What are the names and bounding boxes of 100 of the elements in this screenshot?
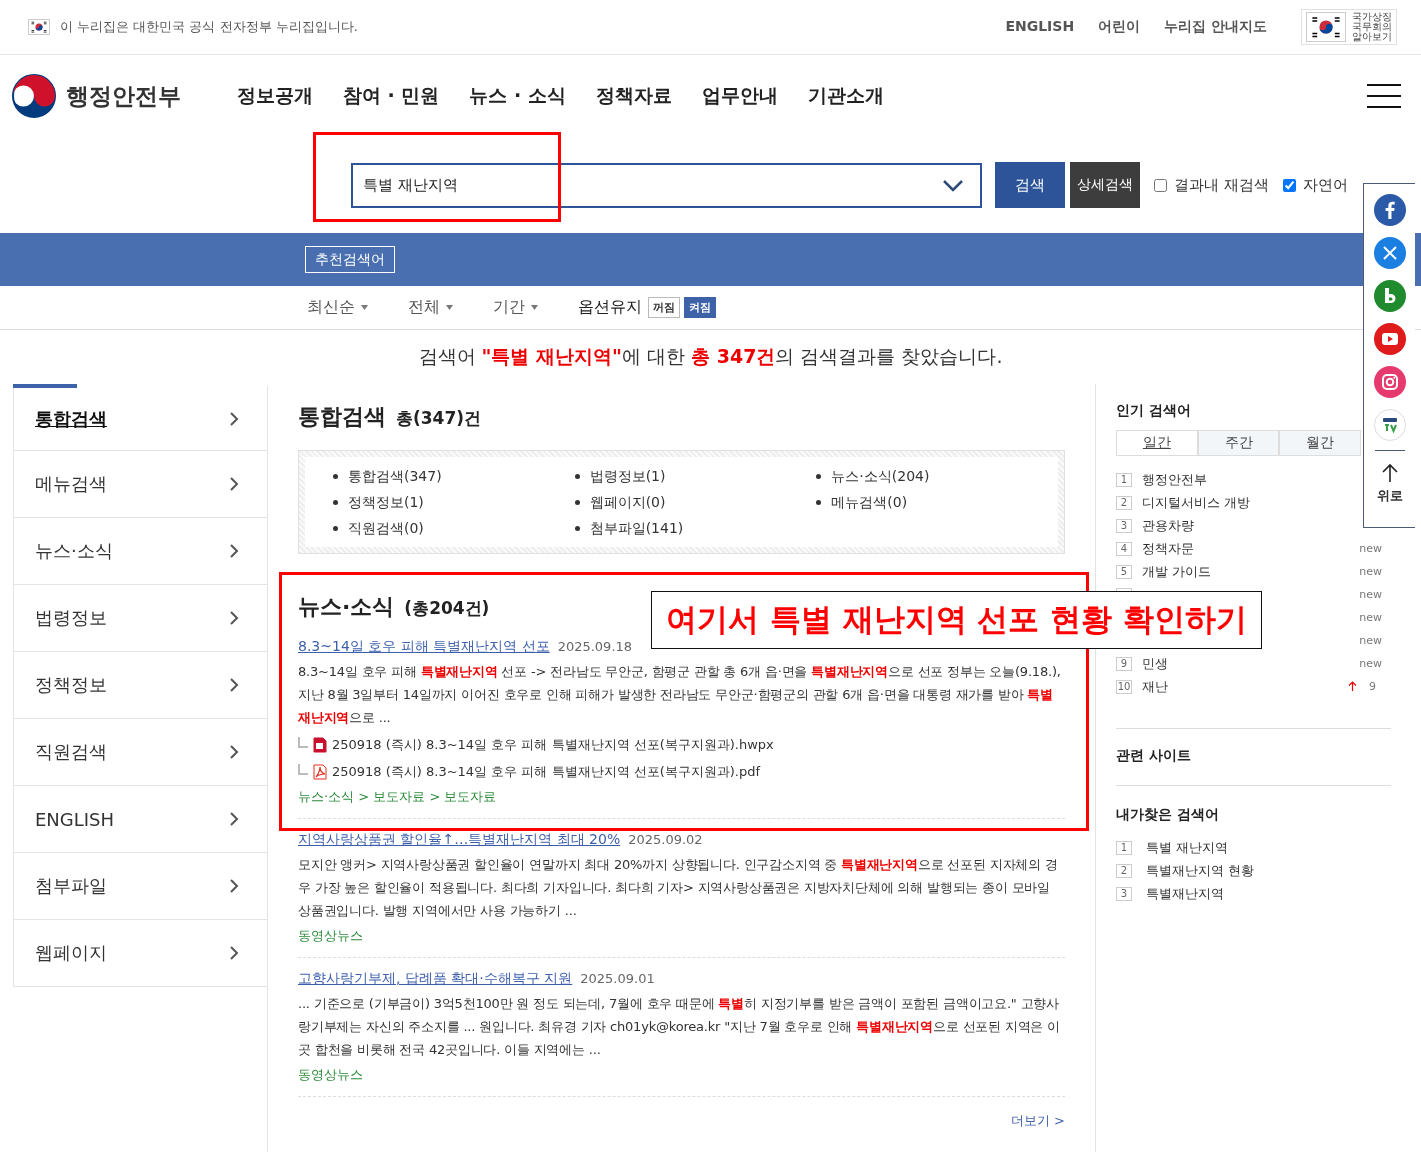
bullet-dot — [333, 499, 338, 505]
period-tab[interactable]: 일간 — [1116, 430, 1198, 456]
attachment-link[interactable]: 250918 (즉시) 8.3~14일 호우 피해 특별재난지역 선포(복구지원과).pdf — [332, 762, 761, 781]
chevron-down-icon — [942, 178, 964, 193]
rank-number: 2 — [1116, 863, 1132, 878]
chevron-right-icon — [229, 744, 239, 760]
toggle-button[interactable]: 켜짐 — [684, 297, 716, 318]
bullet-dot — [816, 499, 822, 505]
tv-icon[interactable] — [1373, 409, 1406, 441]
chevron-right-icon — [229, 476, 239, 492]
category-count[interactable]: 정책정보(1) — [348, 489, 424, 515]
search-button[interactable]: 검색 — [995, 162, 1065, 208]
new-label: new — [1359, 565, 1382, 578]
category-link[interactable]: 메뉴검색 — [13, 451, 268, 518]
category-count[interactable]: 첨부파일(141) — [589, 515, 684, 541]
rank-number: 1 — [1116, 840, 1132, 855]
x-icon[interactable] — [1373, 237, 1406, 269]
flag-icon — [28, 19, 50, 35]
search-field[interactable]: 특별 재난지역 — [351, 162, 982, 208]
facebook-icon[interactable] — [1373, 194, 1406, 226]
nav-link[interactable]: 정책자료 — [595, 83, 672, 109]
category-link[interactable]: 뉴스·소식 — [13, 518, 268, 585]
blog-icon[interactable] — [1373, 280, 1406, 312]
utility-link[interactable]: 누리집 안내지도 — [1164, 18, 1267, 36]
bullet-dot — [574, 525, 580, 531]
category-link[interactable]: 웹페이지 — [13, 920, 268, 987]
nav-link[interactable]: 참여 · 민원 — [343, 83, 440, 109]
tree-connector-icon — [298, 737, 308, 748]
section-title: 통합검색 — [298, 403, 386, 431]
popular-term[interactable]: 디지털서비스 개방 — [1142, 493, 1251, 512]
annotation-callout: 여기서 특별 재난지역 선포 현황 확인하기 — [651, 591, 1262, 649]
utility-link[interactable]: 어린이 — [1098, 18, 1141, 36]
attachment-link[interactable]: 250918 (즉시) 8.3~14일 호우 피해 특별재난지역 선포(복구지원과).hwpx — [332, 735, 774, 754]
category-link[interactable]: 통합검색 — [13, 384, 268, 451]
category-count[interactable]: 직원검색(0) — [348, 515, 424, 541]
category-count[interactable]: 뉴스·소식(204) — [831, 463, 930, 489]
nav-link[interactable]: 업무안내 — [701, 83, 778, 109]
recommend-button[interactable]: 추천검색어 — [305, 246, 395, 273]
caret-icon — [361, 305, 368, 310]
instagram-icon[interactable] — [1373, 366, 1406, 398]
checkbox[interactable] — [1154, 178, 1167, 192]
result-path: 동영상뉴스 — [298, 1066, 364, 1084]
panel-heading: 인기 검색어 — [1116, 402, 1192, 420]
logo-text: 행정안전부 — [66, 81, 181, 111]
youtube-icon[interactable] — [1373, 323, 1406, 355]
chevron-right-icon — [229, 878, 239, 894]
nav-link[interactable]: 기관소개 — [807, 83, 884, 109]
popular-term[interactable]: 행정안전부 — [1142, 470, 1207, 489]
rank-number: 2 — [1116, 495, 1132, 510]
menu-button[interactable] — [1367, 83, 1401, 109]
nav-link[interactable]: 뉴스 · 소식 — [469, 83, 566, 109]
result-title-link[interactable]: 지역사랑상품권 할인율↑…특별재난지역 최대 20% — [298, 831, 621, 849]
category-count[interactable]: 메뉴검색(0) — [831, 489, 908, 515]
nav-link[interactable]: 정보공개 — [237, 83, 313, 109]
recent-search-term[interactable]: 특별재난지역 현황 — [1146, 861, 1255, 880]
result-summary: 검색어 "특별 재난지역"에 대한 총 347건의 검색결과를 찾았습니다. — [418, 344, 1003, 369]
category-count[interactable]: 웹페이지(0) — [589, 489, 666, 515]
recent-search-term[interactable]: 특별 재난지역 — [1146, 838, 1229, 857]
category-link[interactable]: 법령정보 — [13, 585, 268, 652]
result-title-link[interactable]: 8.3~14일 호우 피해 특별재난지역 선포 — [298, 638, 550, 656]
toggle-button[interactable]: 꺼짐 — [648, 297, 680, 318]
sort-dropdown[interactable]: 기간 — [493, 297, 538, 318]
gov-banner-text: 이 누리집은 대한민국 공식 전자정부 누리집입니다. — [60, 18, 358, 36]
result-title-link[interactable]: 고향사랑기부제, 답례품 확대·수해복구 지원 — [298, 970, 573, 988]
popular-term[interactable]: 정책자문 — [1142, 539, 1194, 558]
checkbox-label: 결과내 재검색 — [1174, 175, 1269, 195]
popular-term[interactable]: 재난 — [1142, 677, 1168, 696]
back-to-top-button[interactable]: 위로 — [1374, 450, 1405, 505]
sort-dropdown[interactable]: 최신순 — [307, 297, 368, 318]
document-icon — [312, 736, 328, 753]
national-symbol-link[interactable]: 국가상징 국무회의 알아보기 — [1301, 9, 1397, 45]
more-link[interactable]: 더보기 > — [298, 1112, 1065, 1130]
result-path: 뉴스·소식 > 보도자료 > 보도자료 — [298, 788, 498, 806]
result-snippet: 8.3~14일 호우 피해 특별재난지역 선포 -> 전라남도 무안군, 함평군 관할 총 6개 읍·면을 특별재난지역으로 선포 정부는 오늘(9.18.), 지난 8월 3일부터 14일까지 이어진 호우로 인해 피해가 발생한 전라남도 무안군·함평군의 관할 6개 읍·면을 대통령 재가를 받아 특별재난지역으로 ... — [298, 663, 1062, 727]
recent-search-term[interactable]: 특별재난지역 — [1146, 884, 1224, 903]
category-count[interactable]: 법령정보(1) — [589, 463, 666, 489]
bullet-dot — [574, 473, 580, 479]
utility-link[interactable]: ENGLISH — [1005, 18, 1075, 36]
popular-term[interactable]: 개발 가이드 — [1142, 562, 1212, 581]
rank-change: 9 — [1369, 680, 1376, 693]
checkbox[interactable] — [1282, 178, 1296, 192]
category-count[interactable]: 통합검색(347) — [348, 463, 442, 489]
arrow-up-icon — [1381, 463, 1398, 483]
category-link[interactable]: 첨부파일 — [13, 853, 268, 920]
option-label: 옵션유지 — [578, 297, 642, 318]
bullet-dot — [816, 473, 822, 479]
advanced-search-button[interactable]: 상세검색 — [1070, 162, 1140, 208]
category-link[interactable]: 직원검색 — [13, 719, 268, 786]
period-tab[interactable]: 월간 — [1279, 430, 1361, 456]
checkbox-label: 자연어 — [1302, 175, 1348, 195]
popular-term[interactable]: 관용차량 — [1142, 516, 1194, 535]
section-count: (총204건) — [404, 597, 490, 620]
flag-icon — [1306, 12, 1346, 42]
bullet-dot — [574, 499, 580, 505]
category-link[interactable]: 정책정보 — [13, 652, 268, 719]
popular-term[interactable]: 민생 — [1142, 654, 1168, 673]
sort-dropdown[interactable]: 전체 — [408, 297, 453, 318]
period-tab[interactable]: 주간 — [1197, 430, 1280, 456]
new-label: new — [1359, 634, 1382, 647]
category-link[interactable]: ENGLISH — [13, 786, 268, 853]
